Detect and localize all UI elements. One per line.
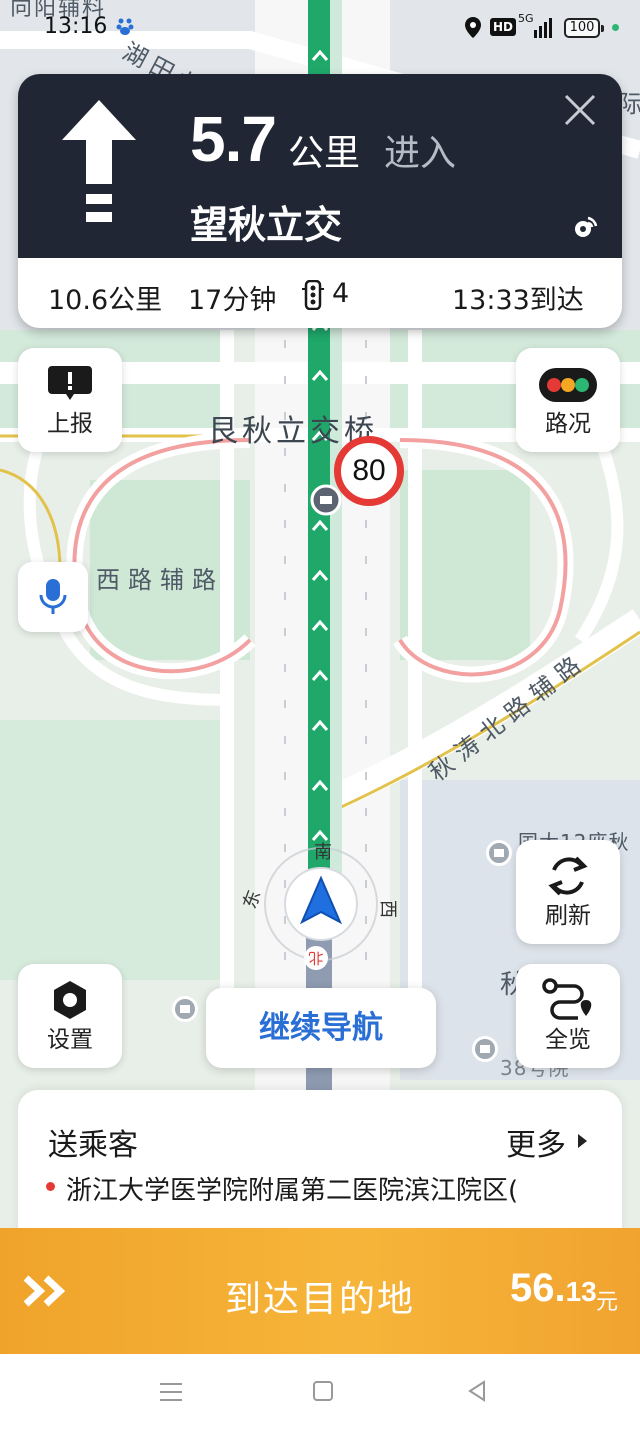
system-navigation-bar <box>0 1354 640 1432</box>
next-road-name: 望秋立交 <box>190 203 343 247</box>
destination-dot-icon <box>46 1182 55 1191</box>
route-overview-icon <box>542 978 592 1020</box>
report-alert-icon <box>48 366 92 400</box>
traffic-light-count: 4 <box>332 278 350 309</box>
remaining-distance: 10.6公里 <box>48 285 163 316</box>
hd-badge: HD <box>490 18 517 36</box>
passenger-card-title: 送乘客 <box>48 1128 138 1163</box>
maneuver-action: 进入 <box>384 133 457 174</box>
fare-unit: 元 <box>596 1290 619 1315</box>
back-icon[interactable] <box>466 1380 488 1402</box>
chevron-right-icon <box>578 1134 587 1148</box>
settings-label: 设置 <box>47 1027 93 1053</box>
overview-label: 全览 <box>545 1027 591 1053</box>
settings-button[interactable]: 设置 <box>18 964 122 1068</box>
location-pin-icon <box>465 17 481 38</box>
arrive-destination-slider[interactable]: 到达目的地 56.13 元 <box>0 1228 640 1354</box>
menu-icon[interactable] <box>158 1380 184 1404</box>
remaining-time: 17分钟 <box>188 285 277 316</box>
passenger-card[interactable]: 送乘客 更多 浙江大学医学院附属第二医院滨江院区( <box>18 1090 622 1250</box>
more-link[interactable]: 更多 <box>506 1120 566 1164</box>
next-maneuver-panel: 5.7 公里 进入 望秋立交 <box>18 74 622 258</box>
compass-west-label: 西 <box>377 900 398 918</box>
traffic-light-icon <box>302 280 324 310</box>
battery-indicator: 100 <box>564 18 604 38</box>
overview-button[interactable]: 全览 <box>516 964 620 1068</box>
compass-north-label: 北 <box>304 946 328 970</box>
poi-icon[interactable] <box>172 996 198 1022</box>
refresh-icon <box>548 856 588 896</box>
speed-limit-sign: 80 <box>334 436 404 506</box>
traffic-condition-button[interactable]: 路况 <box>516 348 620 452</box>
traffic-condition-label: 路况 <box>545 411 591 437</box>
poi-icon[interactable] <box>486 840 512 866</box>
map-label-west-aux-road: 西路辅路 <box>96 566 224 594</box>
maneuver-distance: 5.7 <box>190 103 277 175</box>
app-paw-icon <box>116 18 134 35</box>
status-dot <box>612 24 619 31</box>
report-label: 上报 <box>47 411 93 437</box>
status-time: 13:16 <box>44 14 108 39</box>
compass-south-label: 南 <box>314 842 332 863</box>
home-icon[interactable] <box>312 1380 334 1402</box>
voice-input-button[interactable] <box>18 562 88 632</box>
report-button[interactable]: 上报 <box>18 348 122 452</box>
compass: 南 东 西 北 <box>239 842 398 970</box>
close-icon[interactable] <box>562 92 598 128</box>
destination-address: 浙江大学医学院附属第二医院滨江院区( <box>66 1176 519 1206</box>
continue-navigation-button[interactable]: 继续导航 <box>206 988 436 1068</box>
maneuver-distance-unit: 公里 <box>288 133 361 174</box>
traffic-lights-icon <box>539 368 597 402</box>
refresh-label: 刷新 <box>545 903 591 929</box>
refresh-button[interactable]: 刷新 <box>516 840 620 944</box>
status-bar: 13:16 HD 5G 100 <box>0 0 640 56</box>
navigation-guidance-card: 5.7 公里 进入 望秋立交 10.6公里 17分钟 4 13:33到达 <box>18 74 622 328</box>
microphone-icon <box>39 579 67 614</box>
voice-broadcast-icon[interactable] <box>572 214 598 240</box>
gear-icon <box>54 981 86 1019</box>
fare-integer: 56. <box>510 1266 566 1310</box>
arrival-time: 13:33到达 <box>452 285 584 316</box>
fare-amount: 56.13 <box>510 1266 597 1311</box>
straight-arrow-icon <box>62 100 136 222</box>
fare-decimal: 13 <box>565 1276 597 1307</box>
poi-icon[interactable] <box>472 1036 498 1062</box>
signal-icon <box>534 18 552 38</box>
